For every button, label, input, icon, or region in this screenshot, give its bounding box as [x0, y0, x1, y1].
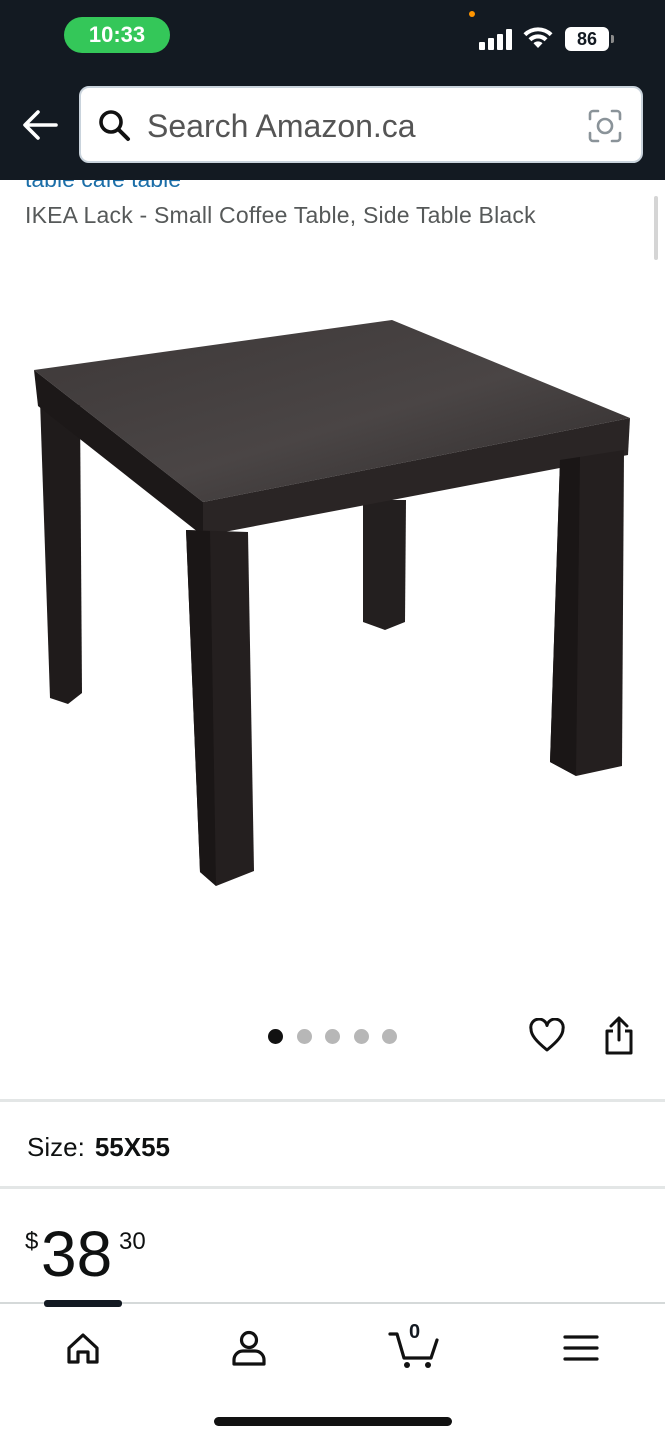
account-icon[interactable] [219, 1324, 279, 1374]
share-icon[interactable] [601, 1016, 637, 1056]
camera-search-icon[interactable] [587, 108, 623, 144]
heart-icon[interactable] [528, 1018, 566, 1054]
header: 10:33 86 Search Amazon.ca [0, 0, 665, 180]
battery-icon: 86 [565, 27, 615, 51]
size-value: 55X55 [94, 1132, 170, 1162]
search-icon [99, 110, 130, 141]
cellular-signal-icon [479, 28, 515, 50]
product-image[interactable] [20, 300, 645, 910]
bottom-navigation: 0 [0, 1300, 665, 1440]
carousel-dot[interactable] [297, 1029, 312, 1044]
carousel-dot[interactable] [354, 1029, 369, 1044]
carousel-dot[interactable] [382, 1029, 397, 1044]
price-whole: 38 [41, 1218, 113, 1290]
battery-level: 86 [565, 27, 609, 51]
section-divider [0, 1099, 665, 1102]
search-placeholder: Search Amazon.ca [147, 108, 416, 144]
back-arrow-icon[interactable] [20, 106, 60, 146]
product-subtitle[interactable]: IKEA Lack - Small Coffee Table, Side Tab… [25, 200, 536, 230]
product-page: 10:33 86 Search Amazon.ca IKEA Lack - Sm… [0, 0, 665, 1440]
home-icon[interactable] [53, 1324, 113, 1374]
active-tab-indicator [44, 1300, 122, 1307]
carousel-dot[interactable] [268, 1029, 283, 1044]
cart-button[interactable]: 0 [385, 1321, 445, 1374]
size-label: Size: [27, 1132, 85, 1162]
carousel-dot[interactable] [325, 1029, 340, 1044]
section-divider [0, 1186, 665, 1189]
privacy-indicator-dot [469, 11, 475, 17]
menu-icon[interactable] [551, 1324, 611, 1374]
cart-count: 0 [409, 1321, 421, 1343]
scrollbar[interactable] [654, 196, 658, 260]
price-fraction: 30 [119, 1228, 146, 1255]
status-time: 10:33 [64, 17, 170, 53]
wifi-icon [523, 27, 553, 48]
size-selector[interactable]: Size: 55X55 [27, 1130, 170, 1164]
search-input[interactable]: Search Amazon.ca [79, 86, 643, 163]
home-indicator [214, 1417, 452, 1426]
price-currency: $ [25, 1228, 39, 1255]
